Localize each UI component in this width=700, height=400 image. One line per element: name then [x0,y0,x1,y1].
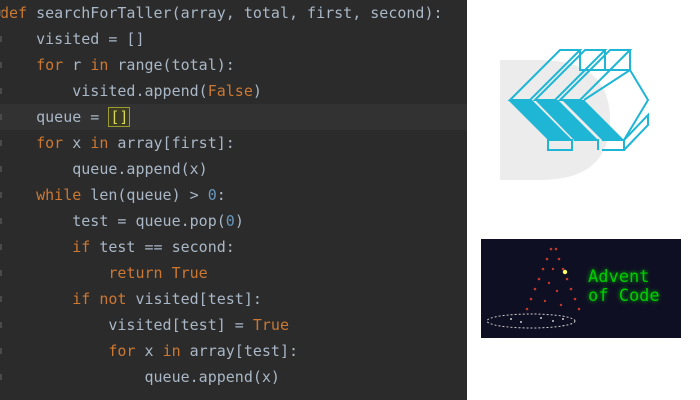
code-token: array[first]: [108,134,235,152]
code-token: return [108,264,163,282]
gutter-marker [0,270,2,276]
code-token: visited[test]: [126,290,262,308]
code-token: [] [108,107,131,127]
code-line[interactable]: queue.append(x) [0,364,467,390]
code-token: visited[test] = [0,316,253,334]
code-editor[interactable]: def searchForTaller(array, total, first,… [0,0,467,400]
code-token: in [162,342,181,360]
code-token: test = queue.pop( [0,212,226,230]
code-token: x [63,134,91,152]
code-token: queue = [0,108,109,126]
code-line[interactable]: for r in range(total): [0,52,467,78]
code-token: 0 [225,212,235,230]
code-token: range(total): [108,56,235,74]
code-token: if [72,290,91,308]
code-token: not [99,290,127,308]
gutter-marker [0,166,2,172]
gutter-marker [0,140,2,146]
code-token: r [63,56,91,74]
gutter-marker [0,62,2,68]
code-token: for [36,56,64,74]
advent-title-line1: Advent [588,267,650,287]
code-token: (array, total, first, second): [171,4,443,22]
code-token: x [135,342,163,360]
gutter-marker [0,192,2,198]
code-token: ) [252,82,262,100]
gutter-marker [0,296,2,302]
code-line[interactable]: queue = [] [0,104,467,130]
code-token: in [90,56,109,74]
code-token: searchForTaller [36,4,172,22]
code-token: if [72,238,91,256]
gutter-marker [0,374,2,380]
code-token: array[test]: [180,342,299,360]
code-token: def [0,4,37,22]
code-token: in [90,134,109,152]
code-token: queue.append(x) [0,368,280,386]
cube-stack-logo-icon [500,49,650,180]
code-line[interactable]: visited.append(False) [0,78,467,104]
code-token: for [36,134,64,152]
gutter-marker [0,322,2,328]
code-token: 0 [207,186,217,204]
code-line[interactable]: for x in array[test]: [0,338,467,364]
code-line[interactable]: return True [0,260,467,286]
code-token: test == second: [90,238,235,256]
code-token: ) [234,212,244,230]
gutter-marker [0,348,2,354]
code-line[interactable]: while len(queue) > 0: [0,182,467,208]
code-line[interactable]: visited = [] [0,26,467,52]
code-line[interactable]: if not visited[test]: [0,286,467,312]
code-line[interactable]: for x in array[first]: [0,130,467,156]
gutter-marker [0,114,2,120]
advent-title-line2: of Code [588,286,660,306]
code-line[interactable]: if test == second: [0,234,467,260]
gutter-marker [0,36,2,42]
gutter-marker [0,244,2,250]
advent-of-code-title: Advent of Code [588,268,683,306]
code-token: True [171,264,208,282]
code-token: queue.append(x) [0,160,208,178]
cube-stack-logo [500,40,650,185]
code-token: visited.append( [0,82,208,100]
code-line[interactable]: test = queue.pop(0) [0,208,467,234]
code-token: True [252,316,289,334]
code-token: len(queue) > [81,186,208,204]
gutter-marker [0,218,2,224]
code-line[interactable]: visited[test] = True [0,312,467,338]
code-token: visited = [] [0,30,145,48]
gutter-marker [0,10,2,16]
gutter-marker [0,88,2,94]
code-token: : [216,186,226,204]
code-token: False [207,82,253,100]
code-line[interactable]: def searchForTaller(array, total, first,… [0,0,467,26]
code-token: for [108,342,136,360]
code-line[interactable]: queue.append(x) [0,156,467,182]
code-token: while [36,186,82,204]
